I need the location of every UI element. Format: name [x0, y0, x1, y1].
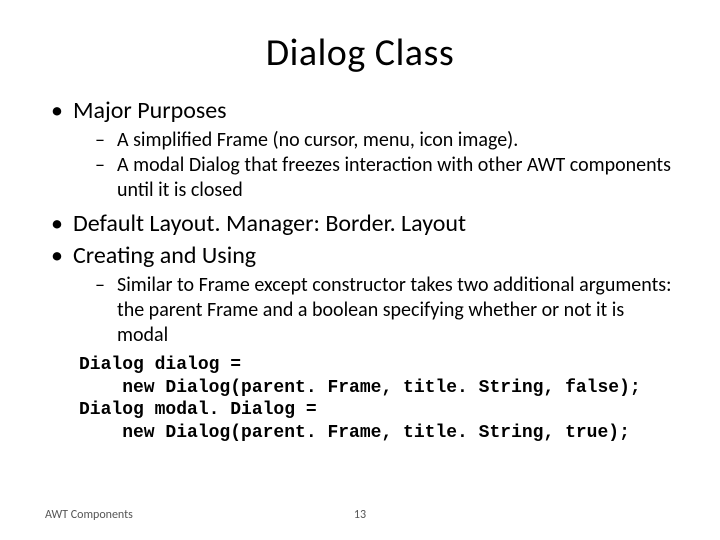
- bullet-creating-using: Creating and Using Similar to Frame exce…: [45, 241, 675, 348]
- slide: Dialog Class Major Purposes A simplified…: [0, 0, 720, 540]
- slide-title: Dialog Class: [45, 30, 675, 76]
- bullet-list-level1: Major Purposes A simplified Frame (no cu…: [45, 96, 675, 348]
- code-block: Dialog dialog = new Dialog(parent. Frame…: [79, 354, 675, 444]
- footer-page-number: 13: [0, 508, 720, 522]
- slide-content: Major Purposes A simplified Frame (no cu…: [45, 96, 675, 444]
- bullet-text: Creating and Using: [73, 241, 256, 270]
- bullet-list-level2: A simplified Frame (no cursor, menu, ico…: [73, 128, 675, 203]
- bullet-major-purposes: Major Purposes A simplified Frame (no cu…: [45, 96, 675, 203]
- bullet-list-level2: Similar to Frame except constructor take…: [73, 273, 675, 348]
- subbullet-simplified-frame: A simplified Frame (no cursor, menu, ico…: [95, 128, 675, 153]
- bullet-default-layout: Default Layout. Manager: Border. Layout: [45, 209, 675, 239]
- subbullet-similar-frame: Similar to Frame except constructor take…: [95, 273, 675, 348]
- subbullet-modal-dialog: A modal Dialog that freezes interaction …: [95, 153, 675, 203]
- bullet-text: Major Purposes: [73, 96, 227, 125]
